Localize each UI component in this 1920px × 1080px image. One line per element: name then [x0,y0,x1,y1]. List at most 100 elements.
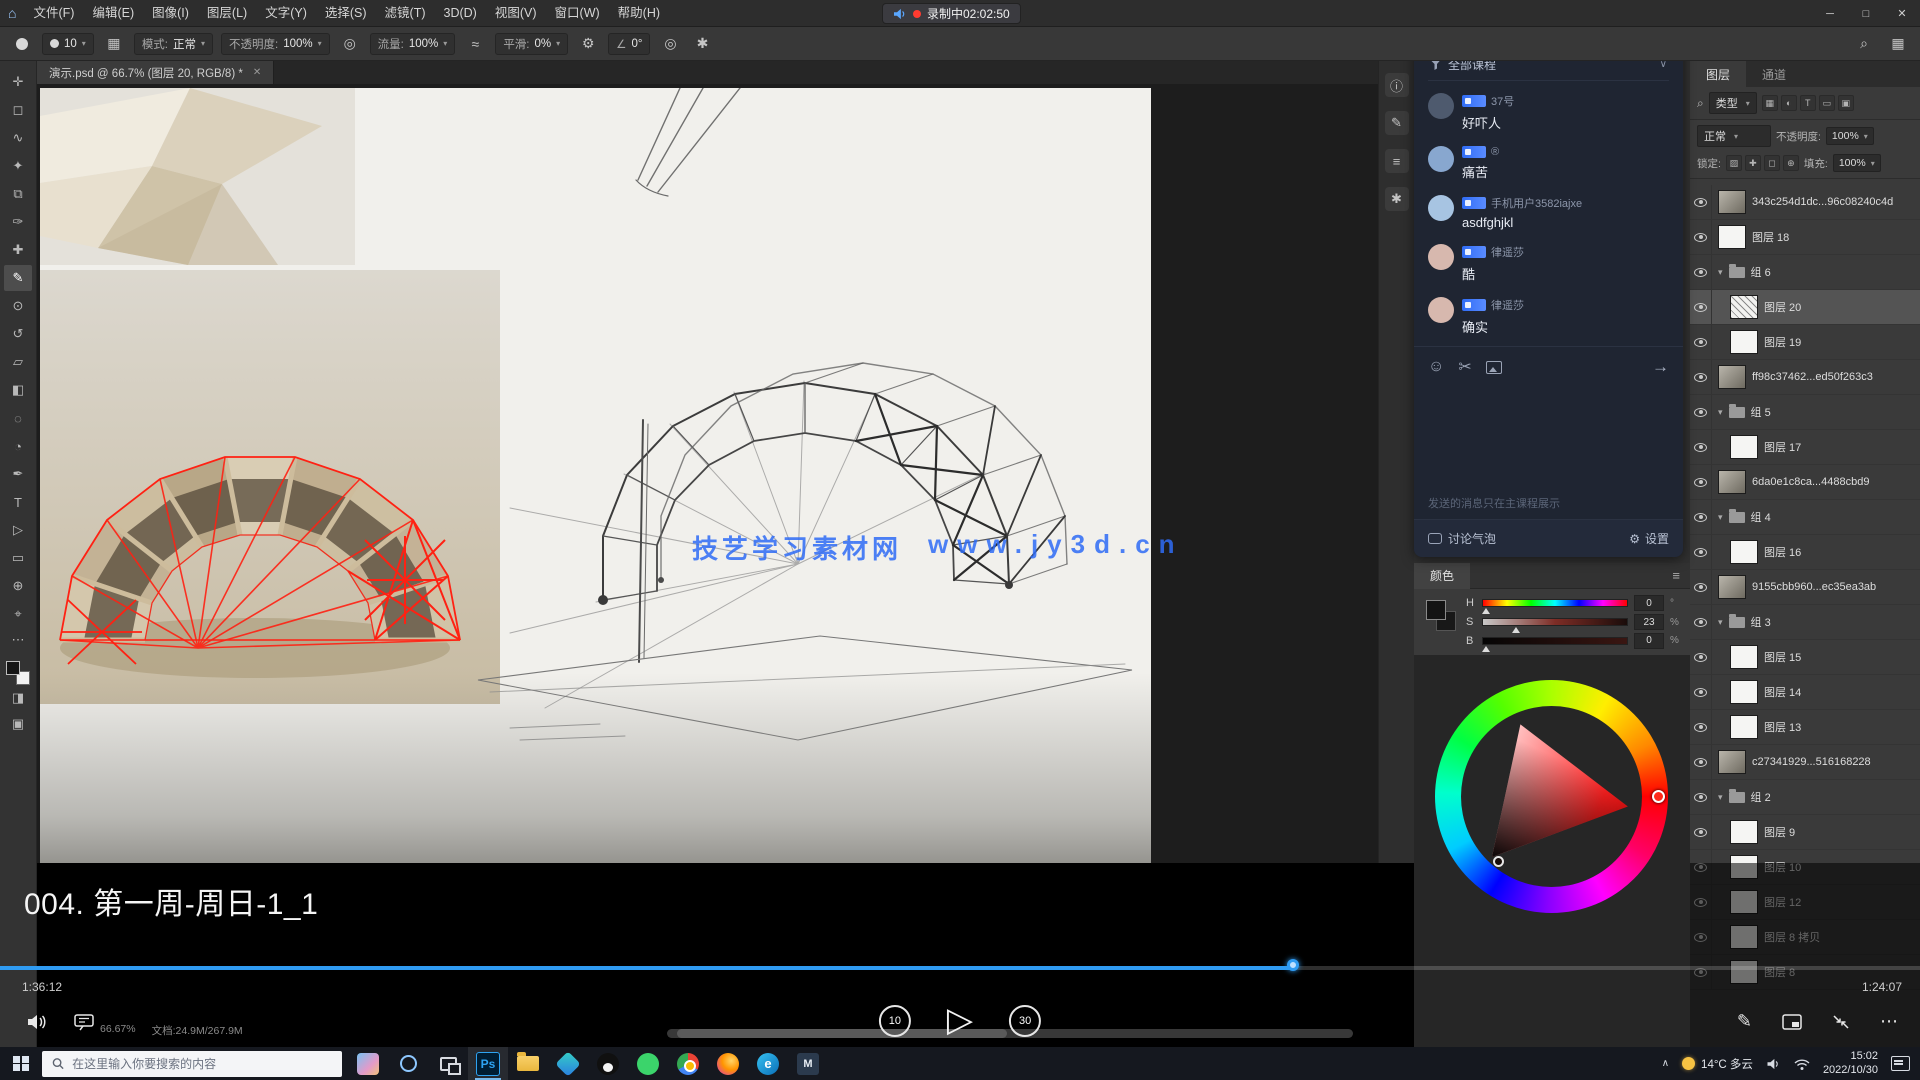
visibility-toggle[interactable] [1690,745,1712,779]
send-icon[interactable]: → [1652,357,1669,377]
slider-thumb-icon[interactable] [1482,646,1490,652]
panel-tab[interactable]: 通道 [1746,61,1802,87]
exit-fullscreen-icon[interactable] [1832,1014,1850,1030]
layer-thumbnail[interactable] [1730,715,1758,739]
lock-icon[interactable]: ⊕ [1783,155,1799,171]
eraser-tool[interactable]: ▱ [4,349,32,375]
layer-row[interactable]: ▾ 图层 15 [1690,640,1920,675]
slider-thumb-icon[interactable] [1512,627,1520,633]
group-caret-icon[interactable]: ▾ [1718,617,1723,628]
filter-kind-icon[interactable]: T [1800,95,1816,111]
visibility-toggle[interactable] [1690,185,1712,219]
color-swatch-stack[interactable] [1424,595,1458,641]
search-input[interactable] [72,1057,332,1071]
slider-track[interactable] [1482,618,1628,626]
lock-icon[interactable]: ▨ [1726,155,1742,171]
app-mail[interactable]: M [788,1047,828,1080]
pen-tool[interactable]: ✒ [4,461,32,487]
move-tool[interactable]: ✛ [4,69,32,95]
shape-tool[interactable]: ▭ [4,545,32,571]
layer-row[interactable]: ▾ ff98c37462...ed50f263c3 [1690,360,1920,395]
hsb-slider[interactable]: S 23 % [1466,614,1680,631]
menu-item[interactable]: 3D(D) [435,0,486,27]
forward-30-button[interactable]: 30 [1009,1005,1041,1037]
layer-thumbnail[interactable] [1718,190,1746,214]
brush-tool[interactable]: ✎ [4,265,32,291]
visibility-toggle[interactable] [1690,500,1712,534]
gradient-tool[interactable]: ◧ [4,377,32,403]
layer-thumbnail[interactable] [1730,820,1758,844]
app-file-explorer[interactable] [508,1047,548,1080]
zoom-tool[interactable]: ⌖ [4,601,32,627]
visibility-toggle[interactable] [1690,220,1712,254]
zoom-level[interactable]: 66.67% [100,1023,136,1038]
foreground-color-swatch[interactable] [1426,600,1446,620]
menu-item[interactable]: 文字(Y) [256,0,316,27]
info-panel-icon[interactable]: ⓘ [1385,73,1409,97]
symmetry-panel-icon[interactable]: ✱ [1385,187,1409,211]
smoothing-field[interactable]: 平滑: 0% ▾ [495,33,568,55]
avatar[interactable] [1428,146,1454,172]
search-icon[interactable]: ⌕ [1852,32,1876,56]
layer-row[interactable]: ▾ 6da0e1c8ca...4488cbd9 [1690,465,1920,500]
filter-kind-icon[interactable]: ▦ [1762,95,1778,111]
pressure-opacity-icon[interactable]: ◎ [338,32,362,56]
layer-row[interactable]: ▾ 图层 18 [1690,220,1920,255]
app-wechat[interactable] [628,1047,668,1080]
opacity-value[interactable]: 100% ▾ [1826,127,1874,145]
play-button[interactable]: ▷ [947,1003,973,1037]
layer-row[interactable]: ▾ 组 6 [1690,255,1920,290]
layer-row[interactable]: ▾ 图层 16 [1690,535,1920,570]
clone-stamp-tool[interactable]: ⊙ [4,293,32,319]
visibility-toggle[interactable] [1690,675,1712,709]
flow-field[interactable]: 流量: 100% ▾ [370,33,456,55]
start-button[interactable] [0,1047,42,1080]
layer-thumbnail[interactable] [1718,225,1746,249]
panel-tab[interactable]: 图层 [1690,61,1746,87]
layer-row[interactable]: ▾ 9155cbb960...ec35ea3ab [1690,570,1920,605]
visibility-toggle[interactable] [1690,535,1712,569]
image-icon[interactable] [1486,361,1502,374]
menu-item[interactable]: 滤镜(T) [376,0,435,27]
layer-thumbnail[interactable] [1730,645,1758,669]
group-caret-icon[interactable]: ▾ [1718,512,1723,523]
maximize-button[interactable]: □ [1848,0,1884,27]
visibility-toggle[interactable] [1690,710,1712,744]
history-brush-tool[interactable]: ↺ [4,321,32,347]
notification-center-icon[interactable] [1891,1056,1910,1071]
bubble-toggle[interactable]: 讨论气泡 [1448,530,1496,547]
brush-angle-field[interactable]: ∠ 0° [608,33,650,55]
avatar[interactable] [1428,244,1454,270]
visibility-toggle[interactable] [1690,395,1712,429]
layer-row[interactable]: ▾ 343c254d1dc...96c08240c4d [1690,185,1920,220]
gear-icon[interactable]: ⚙ [576,32,600,56]
home-icon[interactable]: ⌂ [8,5,16,21]
menu-item[interactable]: 视图(V) [486,0,546,27]
layer-thumbnail[interactable] [1730,680,1758,704]
hsb-slider[interactable]: H 0 ° [1466,595,1680,612]
menu-item[interactable]: 选择(S) [316,0,376,27]
app-qq[interactable] [588,1047,628,1080]
workspace-icon[interactable]: ▦ [1886,32,1910,56]
visibility-toggle[interactable] [1690,815,1712,849]
annotate-pencil-icon[interactable]: ✎ [1737,1011,1752,1032]
avatar[interactable] [1428,297,1454,323]
layer-row[interactable]: ▾ 图层 14 [1690,675,1920,710]
layer-row[interactable]: ▾ 组 2 [1690,780,1920,815]
layer-thumbnail[interactable] [1718,470,1746,494]
symmetry-icon[interactable]: ✱ [690,32,714,56]
hand-tool[interactable]: ⊕ [4,573,32,599]
menu-item[interactable]: 窗口(W) [546,0,609,27]
visibility-toggle[interactable] [1690,570,1712,604]
blur-tool[interactable]: ◌ [4,405,32,431]
crop-tool[interactable]: ⧉ [4,181,32,207]
app-edge[interactable]: e [748,1047,788,1080]
filter-type-select[interactable]: 类型 ▾ [1709,92,1757,114]
lock-icon[interactable]: ✚ [1745,155,1761,171]
layer-row[interactable]: ▾ 图层 13 [1690,710,1920,745]
opacity-field[interactable]: 不透明度: 100% ▾ [221,33,330,55]
quick-selection-tool[interactable]: ✦ [4,153,32,179]
layer-row[interactable]: ▾ c27341929...516168228 [1690,745,1920,780]
layer-row[interactable]: ▾ 组 4 [1690,500,1920,535]
group-caret-icon[interactable]: ▾ [1718,792,1723,803]
